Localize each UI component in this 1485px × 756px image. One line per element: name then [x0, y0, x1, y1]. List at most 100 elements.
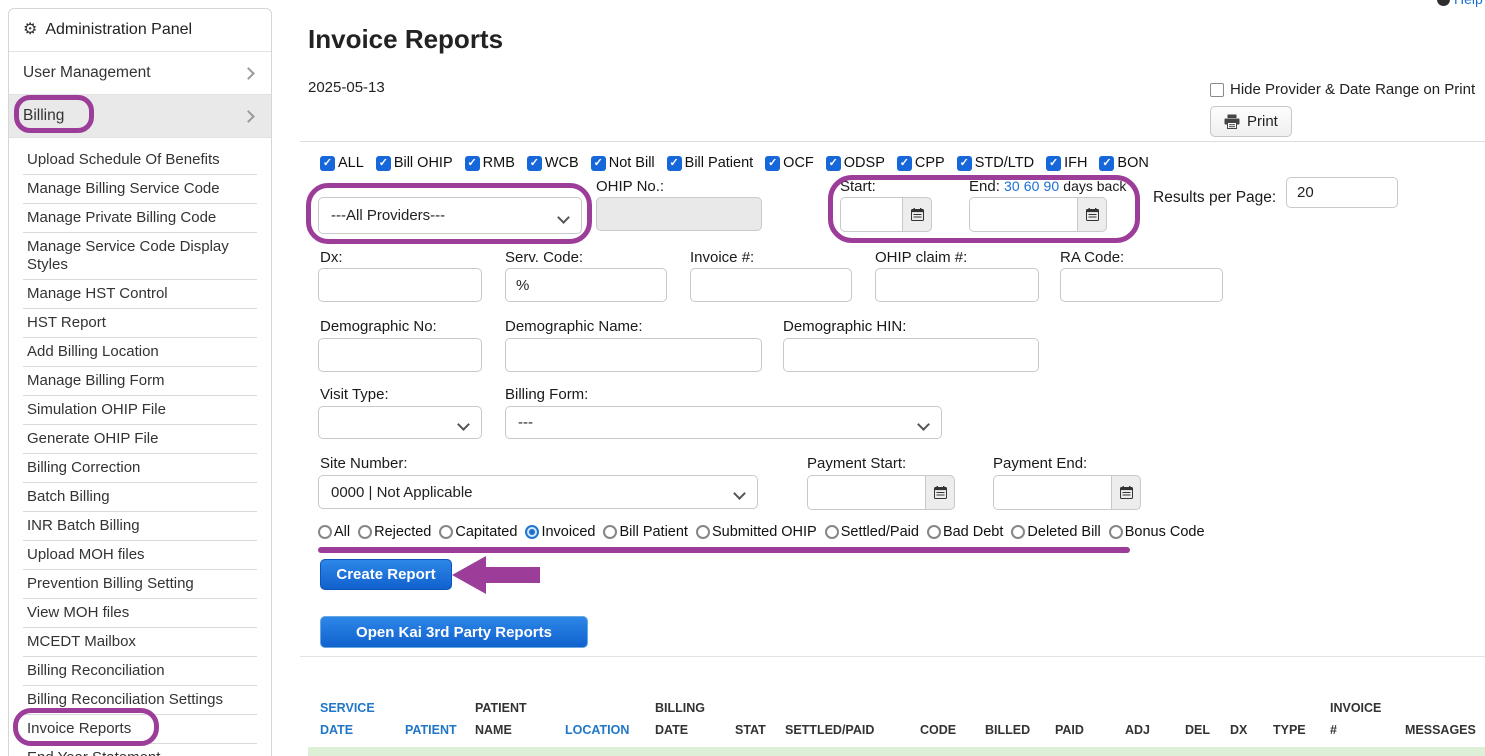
ohip-claim-input[interactable]	[875, 268, 1039, 302]
radio-selected-icon	[525, 525, 539, 539]
end-date-input[interactable]	[969, 197, 1077, 232]
sidebar-item-simulation-ohip-file[interactable]: Simulation OHIP File	[23, 396, 257, 425]
demographic-no-label: Demographic No:	[320, 318, 437, 335]
help-icon	[1437, 0, 1450, 6]
radio-invoiced[interactable]: Invoiced	[525, 524, 595, 540]
checkbox-std-ltd[interactable]: STD/LTD	[957, 155, 1034, 171]
site-number-select[interactable]: 0000 | Not Applicable	[318, 475, 758, 509]
ohip-no-input[interactable]	[596, 197, 762, 231]
open-kai-reports-button[interactable]: Open Kai 3rd Party Reports	[320, 616, 588, 648]
sidebar-item-manage-private-billing-code[interactable]: Manage Private Billing Code	[23, 204, 257, 233]
demographic-hin-input[interactable]	[783, 338, 1039, 372]
sidebar-item-upload-schedule[interactable]: Upload Schedule Of Benefits	[23, 146, 257, 175]
ra-code-input[interactable]	[1060, 268, 1223, 302]
payment-end-group	[993, 475, 1141, 510]
sidebar-item-manage-service-code-display-styles[interactable]: Manage Service Code Display Styles	[23, 233, 257, 280]
sidebar-item-view-moh-files[interactable]: View MOH files	[23, 599, 257, 628]
payment-start-calendar-button[interactable]	[925, 475, 955, 510]
sidebar-item-billing-reconciliation[interactable]: Billing Reconciliation	[23, 657, 257, 686]
hide-provider-daterange-checkbox[interactable]	[1210, 83, 1224, 97]
radio-bonus-code[interactable]: Bonus Code	[1109, 524, 1205, 540]
checkbox-all[interactable]: ALL	[320, 155, 364, 171]
hide-provider-daterange-row: Hide Provider & Date Range on Print	[1210, 81, 1475, 98]
sidebar-item-billing[interactable]: Billing	[9, 95, 271, 138]
chevron-right-icon	[242, 110, 255, 123]
sidebar-item-end-year-statement[interactable]: End Year Statement	[23, 744, 257, 756]
provider-select[interactable]: ---All Providers---	[318, 197, 582, 234]
radio-deleted-bill[interactable]: Deleted Bill	[1011, 524, 1100, 540]
sidebar-item-generate-ohip-file[interactable]: Generate OHIP File	[23, 425, 257, 454]
print-button[interactable]: Print	[1210, 106, 1292, 137]
calendar-icon	[911, 208, 924, 221]
radio-bill-patient[interactable]: Bill Patient	[603, 524, 688, 540]
sidebar-item-prevention-billing-setting[interactable]: Prevention Billing Setting	[23, 570, 257, 599]
payment-start-input[interactable]	[807, 475, 925, 510]
days-back-30-link[interactable]: 30	[1004, 178, 1020, 194]
radio-rejected[interactable]: Rejected	[358, 524, 431, 540]
payment-end-calendar-button[interactable]	[1111, 475, 1141, 510]
header-line: STAT	[735, 719, 785, 741]
admin-sidebar: ⚙ Administration Panel User Management B…	[8, 8, 272, 756]
sidebar-item-label: Billing	[23, 107, 64, 124]
dx-input[interactable]	[318, 268, 482, 302]
radio-icon	[825, 525, 839, 539]
printer-icon	[1224, 114, 1240, 129]
checkbox-bon[interactable]: BON	[1099, 155, 1148, 171]
checkbox-bill-patient[interactable]: Bill Patient	[667, 155, 754, 171]
checkbox-wcb[interactable]: WCB	[527, 155, 579, 171]
sidebar-item-mcedt-mailbox[interactable]: MCEDT Mailbox	[23, 628, 257, 657]
sidebar-item-add-billing-location[interactable]: Add Billing Location	[23, 338, 257, 367]
sidebar-item-inr-batch-billing[interactable]: INR Batch Billing	[23, 512, 257, 541]
visit-type-select[interactable]	[318, 406, 482, 439]
annotation-underline-status-radios	[318, 547, 1130, 553]
create-report-button[interactable]: Create Report	[320, 559, 452, 590]
serv-code-input[interactable]	[505, 268, 667, 302]
table-row[interactable]	[308, 747, 1485, 756]
help-link[interactable]: Help	[1437, 0, 1483, 7]
start-calendar-button[interactable]	[902, 197, 932, 232]
radio-all[interactable]: All	[318, 524, 350, 540]
radio-bad-debt[interactable]: Bad Debt	[927, 524, 1003, 540]
demographic-name-input[interactable]	[505, 338, 762, 372]
start-date-input[interactable]	[840, 197, 902, 232]
radio-icon	[1109, 525, 1123, 539]
invoice-no-input[interactable]	[690, 268, 852, 302]
days-back-60-link[interactable]: 60	[1024, 178, 1040, 194]
sidebar-title: Administration Panel	[45, 21, 192, 39]
checkbox-bill-ohip[interactable]: Bill OHIP	[376, 155, 453, 171]
header-line: INVOICE	[1330, 697, 1405, 719]
radio-label: All	[334, 524, 350, 540]
sidebar-item-manage-billing-form[interactable]: Manage Billing Form	[23, 367, 257, 396]
end-calendar-button[interactable]	[1077, 197, 1107, 232]
results-per-page-input[interactable]	[1286, 177, 1398, 208]
demographic-no-input[interactable]	[318, 338, 482, 372]
radio-capitated[interactable]: Capitated	[439, 524, 517, 540]
sidebar-item-billing-correction[interactable]: Billing Correction	[23, 454, 257, 483]
days-back-90-link[interactable]: 90	[1044, 178, 1060, 194]
checkbox-not-bill[interactable]: Not Bill	[591, 155, 655, 171]
checkbox-rmb[interactable]: RMB	[465, 155, 515, 171]
radio-settled-paid[interactable]: Settled/Paid	[825, 524, 919, 540]
checkbox-odsp[interactable]: ODSP	[826, 155, 885, 171]
sidebar-item-manage-billing-service-code[interactable]: Manage Billing Service Code	[23, 175, 257, 204]
column-header-location[interactable]: LOCATION	[565, 691, 655, 741]
sidebar-item-hst-report[interactable]: HST Report	[23, 309, 257, 338]
sidebar-item-invoice-reports[interactable]: Invoice Reports	[23, 715, 257, 744]
checkbox-cpp[interactable]: CPP	[897, 155, 945, 171]
column-header-service-date[interactable]: SERVICEDATE	[320, 691, 405, 741]
chevron-right-icon	[242, 67, 255, 80]
column-header-patient[interactable]: PATIENT	[405, 691, 475, 741]
ohip-no-label: OHIP No.:	[596, 178, 664, 195]
radio-submitted-ohip[interactable]: Submitted OHIP	[696, 524, 817, 540]
sidebar-item-batch-billing[interactable]: Batch Billing	[23, 483, 257, 512]
billing-form-select[interactable]: ---	[505, 406, 942, 439]
sidebar-item-manage-hst-control[interactable]: Manage HST Control	[23, 280, 257, 309]
checkbox-ifh[interactable]: IFH	[1046, 155, 1087, 171]
calendar-icon	[1120, 486, 1133, 499]
payment-end-input[interactable]	[993, 475, 1111, 510]
header-line: BILLED	[985, 719, 1055, 741]
checkbox-ocf[interactable]: OCF	[765, 155, 814, 171]
sidebar-item-user-management[interactable]: User Management	[9, 52, 271, 95]
sidebar-item-billing-reconciliation-settings[interactable]: Billing Reconciliation Settings	[23, 686, 257, 715]
sidebar-item-upload-moh-files[interactable]: Upload MOH files	[23, 541, 257, 570]
